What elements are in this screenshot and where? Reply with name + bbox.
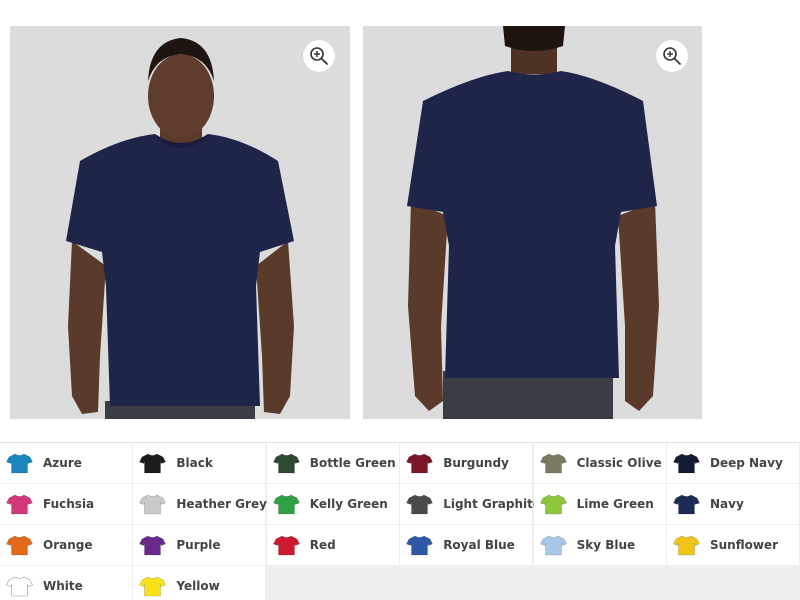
tshirt-icon bbox=[272, 494, 300, 515]
color-swatch-label: White bbox=[43, 579, 83, 593]
color-swatch-label: Royal Blue bbox=[443, 538, 515, 552]
color-swatch-deep-navy[interactable]: Deep Navy bbox=[667, 443, 799, 483]
color-swatch-navy[interactable]: Navy bbox=[667, 484, 799, 524]
tshirt-icon bbox=[139, 453, 167, 474]
color-swatch-classic-olive[interactable]: Classic Olive bbox=[533, 443, 666, 483]
color-swatch-heather-grey[interactable]: Heather Grey bbox=[133, 484, 267, 524]
color-swatch-label: Classic Olive bbox=[576, 456, 662, 470]
color-swatch-label: Sky Blue bbox=[576, 538, 636, 552]
zoom-in-icon bbox=[310, 47, 328, 65]
color-swatch-label: Light Graphite bbox=[443, 497, 541, 511]
product-gallery bbox=[0, 0, 800, 440]
color-swatch-sky-blue[interactable]: Sky Blue bbox=[533, 525, 666, 565]
tshirt-icon bbox=[6, 576, 33, 597]
zoom-in-icon bbox=[663, 47, 681, 65]
color-swatch-label: Navy bbox=[710, 497, 744, 511]
color-swatch-label: Red bbox=[309, 538, 336, 552]
zoom-button-back[interactable] bbox=[656, 40, 688, 72]
color-swatch-label: Bottle Green bbox=[309, 456, 396, 470]
tshirt-icon bbox=[406, 453, 434, 474]
color-swatch-burgundy[interactable]: Burgundy bbox=[400, 443, 533, 483]
color-swatch-sunflower[interactable]: Sunflower bbox=[667, 525, 799, 565]
product-image-front[interactable] bbox=[10, 26, 350, 419]
tshirt-icon bbox=[673, 535, 700, 556]
color-swatch-purple[interactable]: Purple bbox=[133, 525, 266, 565]
color-swatch-label: Orange bbox=[43, 538, 93, 552]
color-swatch-azure[interactable]: Azure bbox=[0, 443, 132, 483]
tshirt-icon bbox=[272, 535, 300, 556]
color-swatch-red[interactable]: Red bbox=[266, 525, 399, 565]
color-swatch-label: Heather Grey bbox=[176, 497, 267, 511]
zoom-button-front[interactable] bbox=[303, 40, 335, 72]
color-swatch-label: Sunflower bbox=[710, 538, 779, 552]
tshirt-icon bbox=[406, 494, 434, 515]
color-swatch-label: Yellow bbox=[176, 579, 220, 593]
color-swatch-label: Kelly Green bbox=[309, 497, 388, 511]
tshirt-icon bbox=[6, 535, 33, 556]
color-swatch-orange[interactable]: Orange bbox=[0, 525, 132, 565]
tshirt-icon bbox=[539, 494, 567, 515]
color-swatch-fuchsia[interactable]: Fuchsia bbox=[0, 484, 132, 524]
color-swatch-label: Deep Navy bbox=[710, 456, 783, 470]
tshirt-icon bbox=[6, 453, 33, 474]
tshirt-icon bbox=[272, 453, 300, 474]
color-swatch-white[interactable]: White bbox=[0, 566, 132, 600]
color-swatch-yellow[interactable]: Yellow bbox=[133, 566, 266, 600]
model-back-illustration bbox=[363, 26, 702, 419]
product-image-back[interactable] bbox=[363, 26, 702, 419]
color-swatch-lime-green[interactable]: Lime Green bbox=[533, 484, 666, 524]
color-swatch-kelly-green[interactable]: Kelly Green bbox=[266, 484, 399, 524]
color-swatch-bottle-green[interactable]: Bottle Green bbox=[266, 443, 399, 483]
color-swatch-label: Purple bbox=[176, 538, 221, 552]
color-swatch-label: Lime Green bbox=[576, 497, 654, 511]
model-front-illustration bbox=[10, 26, 350, 419]
tshirt-icon bbox=[673, 494, 700, 515]
color-swatch-royal-blue[interactable]: Royal Blue bbox=[400, 525, 533, 565]
color-swatch-grid: Azure Black Bottle Green Burgundy Classic Ol… bbox=[0, 442, 800, 600]
tshirt-icon bbox=[673, 453, 700, 474]
tshirt-icon bbox=[406, 535, 434, 556]
tshirt-icon bbox=[139, 494, 167, 515]
color-swatch-black[interactable]: Black bbox=[133, 443, 266, 483]
tshirt-icon bbox=[139, 576, 167, 597]
tshirt-icon bbox=[139, 535, 167, 556]
tshirt-icon bbox=[539, 453, 567, 474]
tshirt-icon bbox=[6, 494, 33, 515]
tshirt-icon bbox=[539, 535, 567, 556]
color-swatch-label: Burgundy bbox=[443, 456, 509, 470]
color-swatch-label: Fuchsia bbox=[43, 497, 95, 511]
color-swatch-label: Black bbox=[176, 456, 213, 470]
color-swatch-label: Azure bbox=[43, 456, 82, 470]
color-swatch-light-graphite[interactable]: Light Graphite bbox=[400, 484, 541, 524]
